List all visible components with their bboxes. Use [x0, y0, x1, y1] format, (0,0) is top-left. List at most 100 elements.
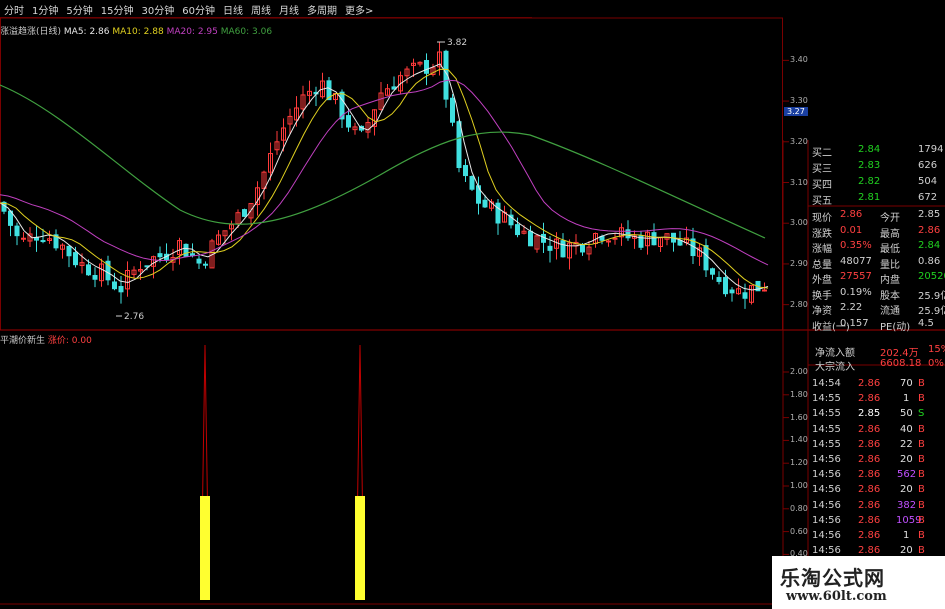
high-annotation: 3.82: [447, 38, 467, 48]
stat-value: 2.85: [918, 209, 941, 220]
tick-volume: 382: [897, 499, 917, 511]
flow-label: 净流入额: [815, 348, 855, 359]
flow-value: 202.4万: [880, 348, 919, 359]
tick-time: 14:55: [812, 423, 841, 435]
stat-label: 最高: [880, 228, 900, 240]
candle-body: [183, 243, 189, 257]
candle-body: [482, 199, 488, 208]
bid-volume: 504: [918, 176, 938, 187]
stat-label: 涨幅: [812, 244, 832, 255]
stat-value: 0.35%: [840, 240, 872, 251]
stat-label: 流通: [880, 306, 900, 317]
candle-body: [716, 277, 722, 282]
bid-label: 买二: [812, 148, 832, 159]
stat-label: 换手: [812, 290, 832, 302]
candle-body: [463, 165, 468, 177]
tick-volume: 50: [900, 408, 913, 420]
signal-bar: [200, 496, 210, 600]
tick-price: 2.85: [858, 408, 881, 420]
stat-label: 现价: [812, 213, 832, 224]
bid-price: 2.82: [858, 176, 881, 187]
bid-price: 2.84: [858, 144, 881, 155]
stat-value: 25.9亿: [918, 306, 945, 317]
stat-label: 量比: [880, 259, 900, 271]
stat-value: 0.157: [840, 317, 869, 329]
watermark-url: www.60lt.com: [786, 589, 887, 604]
tick-side: B: [918, 499, 925, 511]
candle-body: [762, 289, 767, 292]
tick-time: 14:56: [812, 545, 841, 557]
tick-volume: 40: [900, 423, 913, 435]
tick-side: B: [918, 469, 925, 481]
candle-body: [547, 245, 553, 251]
sub-y-tick: 2.00: [790, 367, 808, 376]
candle-body: [723, 277, 728, 295]
stat-label: 内盘: [880, 275, 900, 286]
tick-price: 2.86: [858, 530, 881, 541]
candle-body: [112, 281, 117, 290]
candle-body: [118, 286, 124, 293]
bid-label: 买三: [812, 164, 832, 175]
candle-body: [469, 175, 475, 190]
tick-time: 14:55: [812, 393, 841, 405]
candle-body: [203, 263, 208, 266]
bid-volume: 1794: [918, 144, 944, 155]
candle-body: [73, 252, 78, 266]
stat-value: 27557: [840, 271, 872, 282]
y-tick: 2.90: [790, 258, 808, 268]
candle-body: [612, 237, 618, 240]
tick-time: 14:56: [812, 484, 841, 496]
candle-body: [729, 289, 735, 294]
sub-y-tick: 1.60: [790, 412, 808, 422]
tick-price: 2.86: [858, 484, 881, 496]
y-tick: 3.00: [790, 218, 808, 228]
candle-body: [450, 97, 455, 123]
stat-label: 股本: [880, 290, 900, 302]
stat-value: 20520: [918, 271, 945, 282]
tick-price: 2.86: [858, 438, 881, 450]
tick-side: B: [918, 530, 925, 541]
candle-body: [424, 60, 429, 74]
candle-body: [560, 240, 566, 258]
sub-y-tick: 0.60: [790, 526, 808, 536]
watermark-title: 乐淘公式网: [780, 566, 885, 590]
tick-volume: 20: [900, 454, 913, 465]
stat-value: 0.19%: [840, 286, 872, 298]
tick-time: 14:56: [812, 499, 841, 511]
tick-price: 2.86: [858, 378, 881, 389]
tick-volume: 20: [900, 545, 913, 557]
current-price-tag: 3.27: [784, 107, 808, 117]
sub-y-tick: 1.00: [790, 481, 808, 490]
candle-body: [703, 245, 709, 271]
candle-body: [14, 225, 20, 237]
candle-body: [40, 240, 46, 243]
candle-body: [677, 239, 683, 246]
signal-bar: [355, 496, 365, 600]
candle-body: [346, 115, 351, 128]
watermark: 乐淘公式网 www.60lt.com: [772, 556, 945, 609]
tick-price: 2.86: [858, 454, 881, 465]
stat-label: 今开: [880, 213, 900, 224]
y-tick: 2.80: [790, 299, 808, 309]
candle-body: [157, 253, 163, 258]
tick-time: 14:56: [812, 530, 841, 541]
candle-body: [742, 292, 748, 299]
bid-label: 买五: [812, 196, 832, 207]
tick-time: 14:55: [812, 438, 841, 450]
candle-body: [21, 237, 26, 240]
tick-time: 14:54: [812, 378, 841, 389]
bid-volume: 626: [918, 160, 938, 171]
main-panel-frame: [0, 17, 783, 331]
bid-volume: 672: [918, 192, 938, 203]
ma10-line: [0, 68, 769, 289]
candle-body: [242, 209, 247, 217]
candle-body: [66, 245, 72, 257]
tick-price: 2.86: [858, 469, 881, 481]
sub-y-tick: 1.20: [790, 458, 808, 468]
candle-body: [476, 185, 481, 204]
candle-body: [528, 230, 533, 247]
stat-label: 总量: [812, 259, 832, 271]
candle-body: [456, 121, 462, 169]
tick-side: B: [918, 378, 925, 389]
stat-label: PE(动): [880, 321, 911, 333]
